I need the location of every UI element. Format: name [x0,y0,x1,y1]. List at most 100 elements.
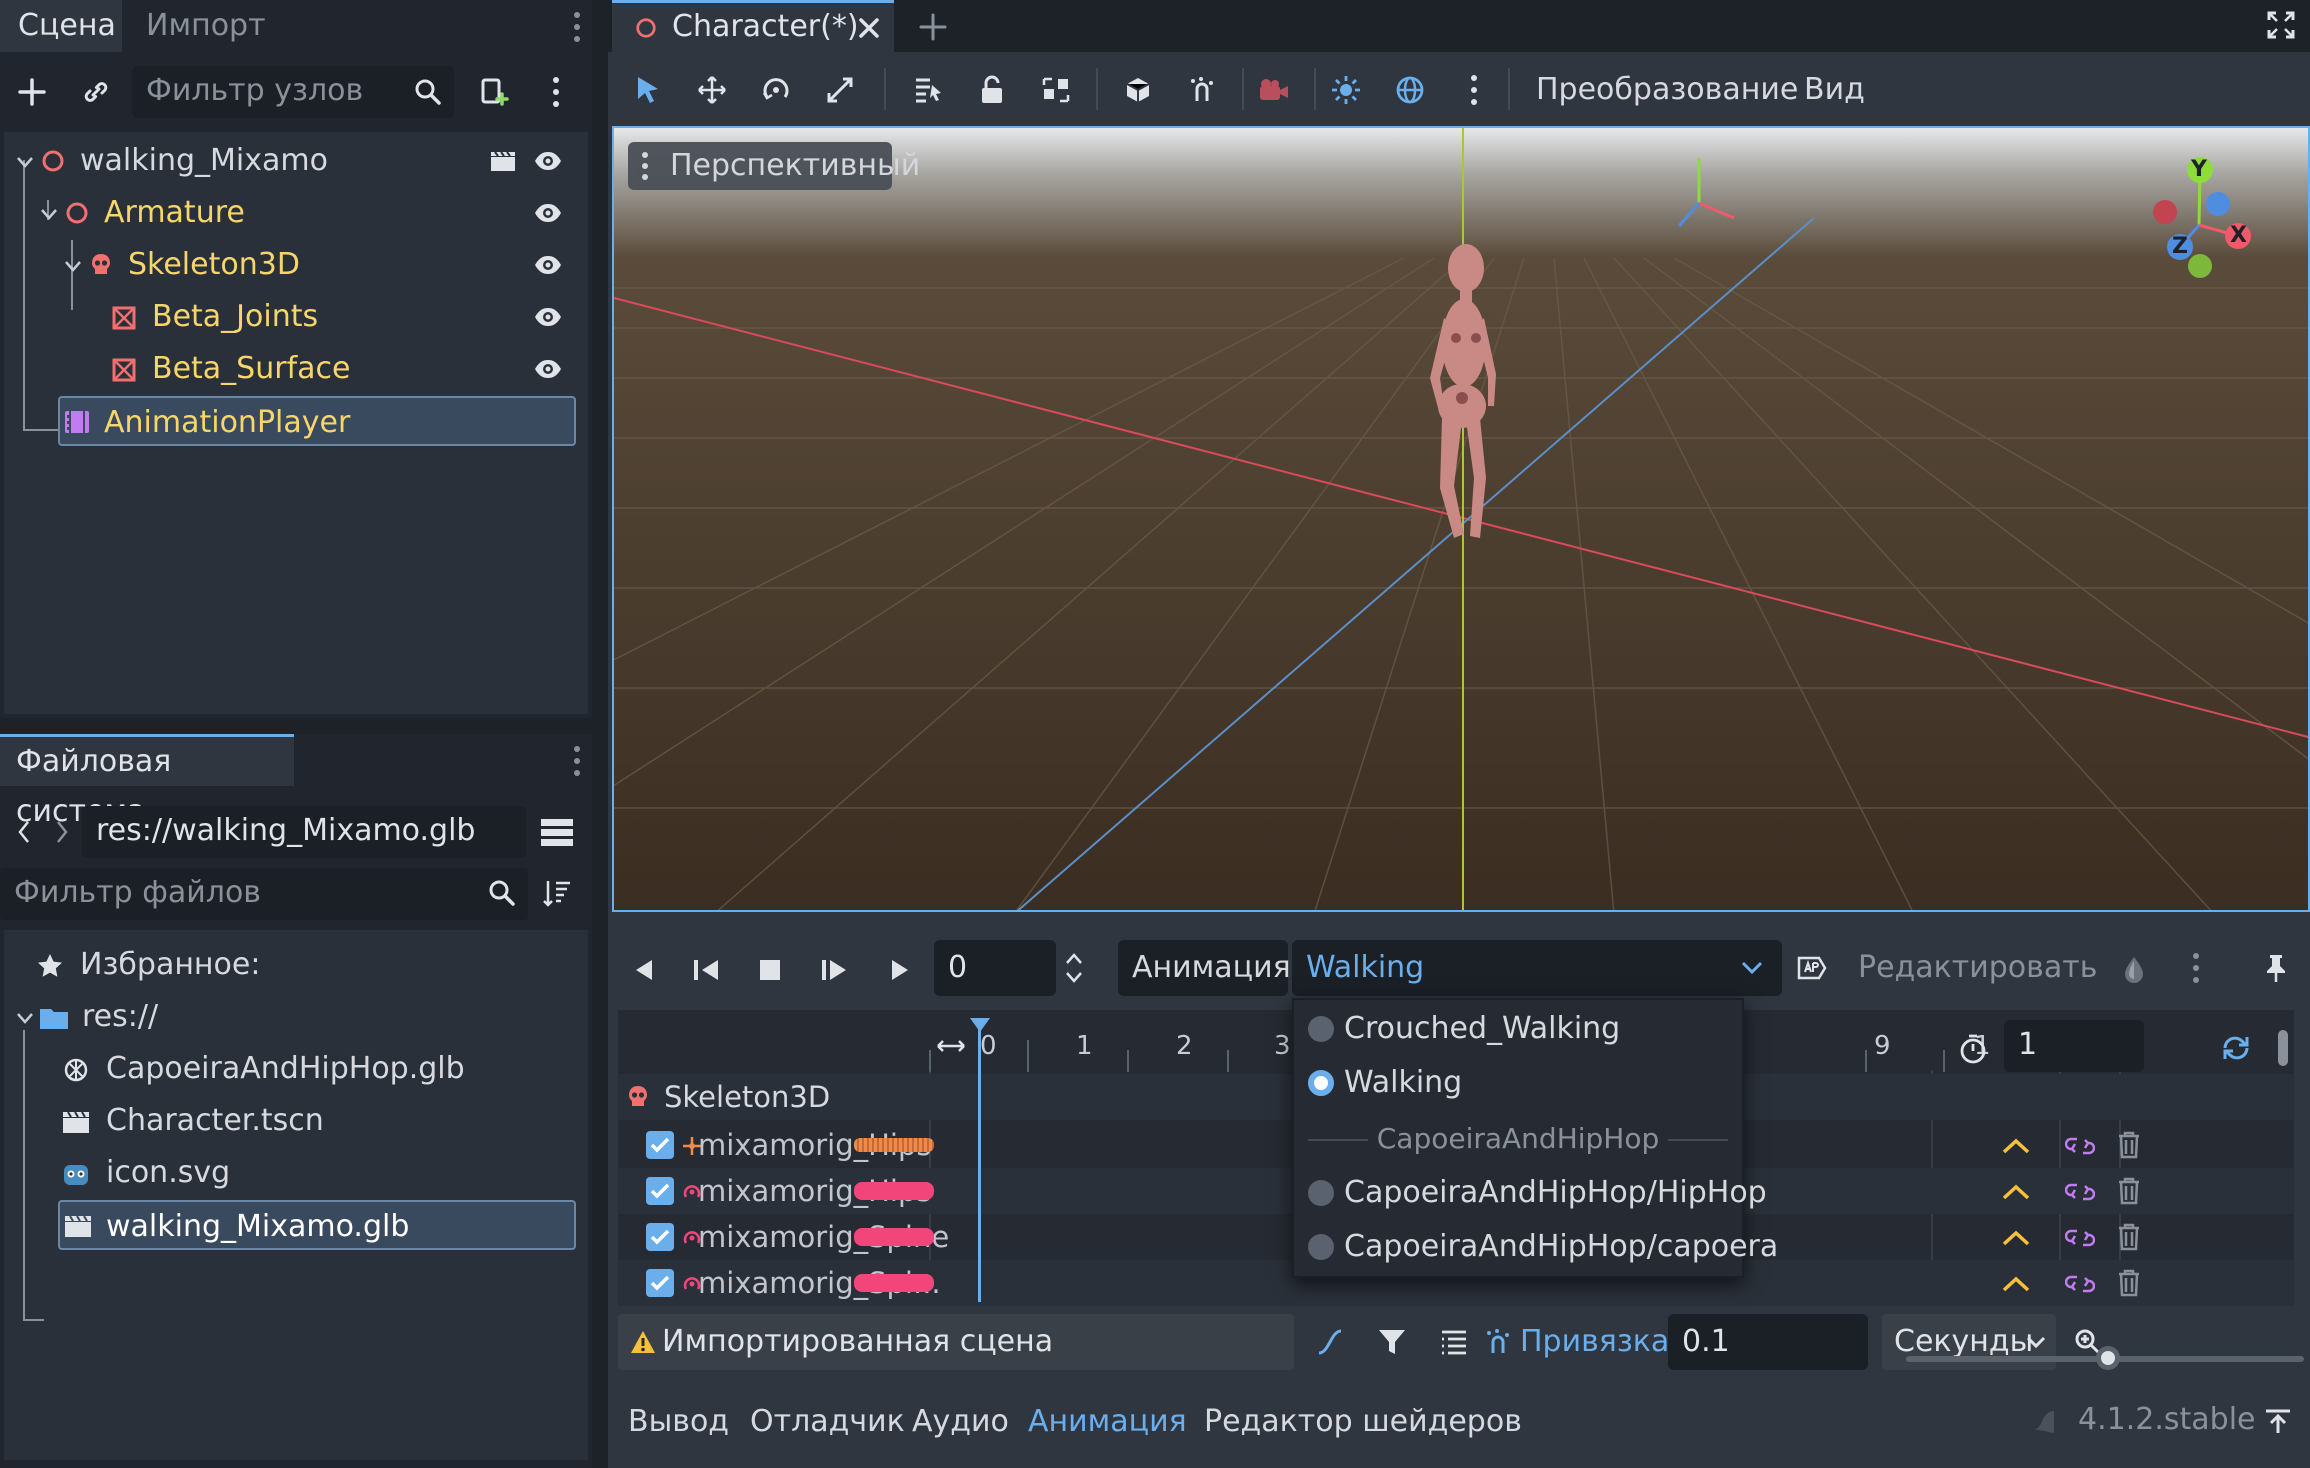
interpolation-icon[interactable] [1998,1272,2034,1296]
tab-scene-label[interactable]: Сцена [0,0,122,52]
loop-icon[interactable] [2218,1030,2254,1066]
list-select-icon[interactable] [910,72,946,108]
perspective-menu[interactable]: Перспективный [628,142,920,190]
spinner-icon[interactable] [1062,950,1086,986]
tree-item-walking-mixamo[interactable]: walking_Mixamo [10,136,582,186]
fullscreen-icon[interactable] [2264,8,2298,42]
tree-item-beta-surface[interactable]: Beta_Surface [10,344,582,394]
scale-tool-icon[interactable] [822,72,858,108]
autoplay-icon[interactable] [1794,950,1830,986]
tab-filesystem[interactable]: Файловая система [0,734,294,829]
view-gizmo[interactable]: Y X Z [2124,150,2274,300]
track-checkbox[interactable] [646,1269,674,1297]
snap-value-field[interactable]: 0.1 [1668,1314,1868,1370]
tree-item-skeleton3d[interactable]: Skeleton3D [10,240,582,290]
snap-toggle-icon[interactable] [1184,72,1220,108]
file-filter-input[interactable]: Фильтр файлов [0,868,528,920]
tab-shader-editor[interactable]: Редактор шейдеров [1204,1402,1522,1442]
node-filter-field[interactable]: Фильтр узлов [132,66,454,118]
onion-skin-icon[interactable] [2116,952,2152,988]
res-folder-row[interactable]: res:// [12,992,572,1042]
tab-output[interactable]: Вывод [628,1402,729,1442]
viewport-3d[interactable]: Перспективный Y X Z [612,126,2310,912]
sun-icon[interactable] [1328,72,1364,108]
view-menu[interactable]: Вид [1804,70,1865,110]
collapse-arrow-icon[interactable] [62,255,84,277]
visibility-eye-icon[interactable] [532,148,564,174]
sort-icon[interactable] [540,876,574,910]
visibility-eye-icon[interactable] [532,304,564,330]
dropdown-item-hiphop[interactable]: CapoeiraAndHipHop/HipHop [1294,1166,1767,1220]
scene-more-icon[interactable] [548,74,564,110]
bezier-icon[interactable] [1312,1324,1348,1360]
track-checkbox[interactable] [646,1177,674,1205]
path-field[interactable]: res://walking_Mixamo.glb [82,806,526,858]
time-field[interactable]: 0 [934,940,1056,996]
lock-icon[interactable] [974,72,1010,108]
dropdown-item-crouched-walking[interactable]: Crouched_Walking [1294,1002,1742,1056]
dropdown-item-capoera[interactable]: CapoeiraAndHipHop/capoera [1294,1220,1778,1274]
track-checkbox[interactable] [646,1131,674,1159]
filesystem-menu-icon[interactable] [570,744,584,778]
tab-debugger[interactable]: Отладчик [750,1402,905,1442]
loop-wrap-icon[interactable] [2062,1180,2098,1204]
interpolation-icon[interactable] [1998,1226,2034,1250]
keyframe-strip[interactable] [854,1274,934,1292]
tree-item-armature[interactable]: Armature [10,188,582,238]
play-backwards-icon[interactable] [628,954,660,986]
keyframe-strip[interactable] [854,1182,934,1200]
camera-preview-icon[interactable] [1256,72,1292,108]
tab-character[interactable]: Character(*) [612,0,894,52]
tab-import-label[interactable]: Импорт [128,0,288,52]
scene-dock-options-icon[interactable] [570,10,584,44]
keyframe-strip[interactable] [854,1228,934,1246]
visibility-eye-icon[interactable] [532,252,564,278]
scrollbar[interactable] [2278,1030,2288,1066]
track-list-icon[interactable] [1436,1324,1472,1360]
visibility-eye-icon[interactable] [532,356,564,382]
collapse-arrow-icon[interactable] [14,151,36,173]
tree-item-animation-player[interactable]: AnimationPlayer [58,396,576,446]
transform-menu[interactable]: Преобразование [1536,70,1798,110]
file-row-icon-svg[interactable]: icon.svg [58,1148,578,1198]
snap-label[interactable]: Привязка: [1520,1314,1679,1370]
delete-track-icon[interactable] [2114,1130,2144,1160]
list-view-icon[interactable] [540,814,574,850]
zoom-slider[interactable] [1906,1346,2310,1370]
length-field[interactable]: 1 [2004,1020,2144,1072]
file-row-capoeira[interactable]: CapoeiraAndHipHop.glb [58,1044,578,1094]
expand-panel-icon[interactable] [2262,1404,2294,1438]
visibility-eye-icon[interactable] [532,200,564,226]
filter-icon[interactable] [1374,1324,1410,1360]
close-icon[interactable] [856,15,882,41]
play-from-start-icon[interactable] [818,954,852,986]
collapse-arrow-icon[interactable] [14,1007,36,1029]
animation-select[interactable]: Walking [1292,940,1782,996]
back-arrow-icon[interactable] [12,814,36,850]
anim-more-icon[interactable] [2188,950,2204,986]
zoom-slider-knob[interactable] [2096,1346,2120,1370]
keyframe-strip[interactable] [854,1138,934,1152]
toolbar-more-icon[interactable] [1466,72,1482,108]
delete-track-icon[interactable] [2114,1176,2144,1206]
select-tool-icon[interactable] [630,72,666,108]
interpolation-icon[interactable] [1998,1134,2034,1158]
collapse-arrow-icon[interactable] [38,203,60,225]
group-icon[interactable] [1038,72,1074,108]
file-row-character[interactable]: Character.tscn [58,1096,578,1146]
snap-magnet-icon[interactable] [1480,1324,1516,1360]
tree-item-beta-joints[interactable]: Beta_Joints [10,292,582,342]
add-node-icon[interactable] [14,74,50,110]
environment-globe-icon[interactable] [1392,72,1428,108]
attach-script-icon[interactable] [476,74,512,110]
link-icon[interactable] [78,74,114,110]
playhead[interactable] [978,1020,981,1302]
pin-icon[interactable] [2260,950,2292,986]
stop-icon[interactable] [754,954,786,986]
rotate-tool-icon[interactable] [758,72,794,108]
interpolation-icon[interactable] [1998,1180,2034,1204]
move-tool-icon[interactable] [694,72,730,108]
delete-track-icon[interactable] [2114,1222,2144,1252]
clapper-icon[interactable] [488,148,518,174]
snap-object-icon[interactable] [1120,72,1156,108]
